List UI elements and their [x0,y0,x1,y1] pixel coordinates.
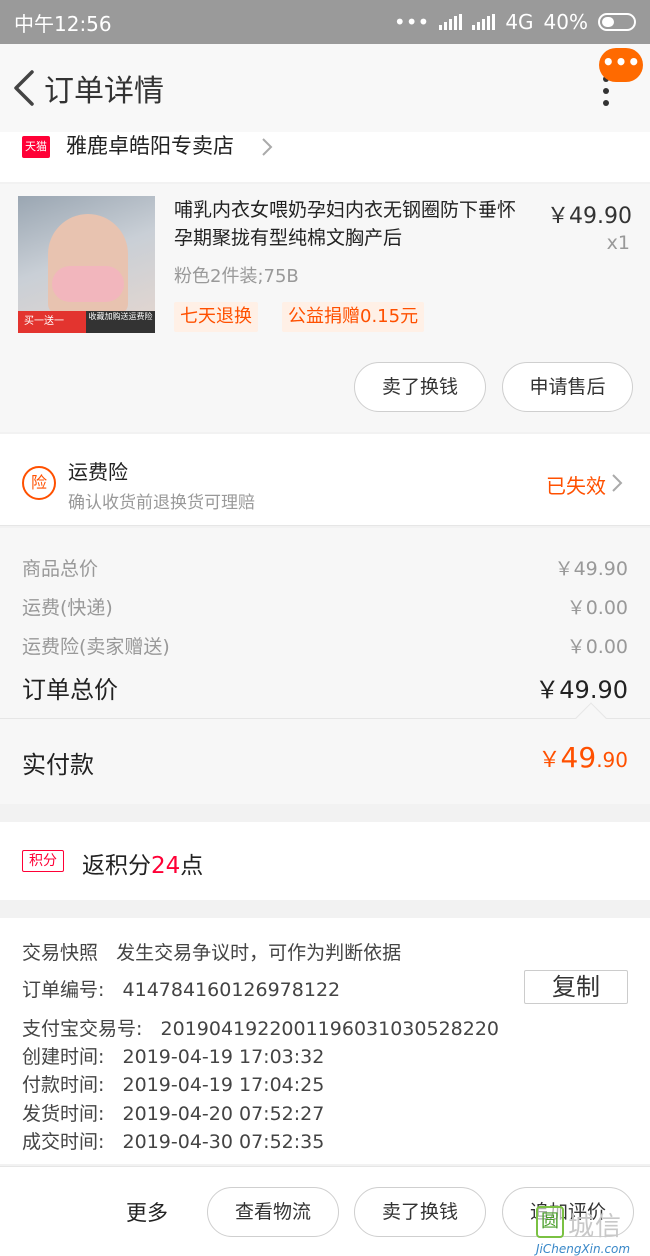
product-price: ￥49.90 [547,204,632,229]
goods-total-value: ￥49.90 [554,558,628,580]
float-menu-button[interactable]: ••• [599,48,643,82]
alipay-row: 支付宝交易号: 2019041922001196031030528220 [22,1018,500,1040]
shipped-row: 发货时间: 2019-04-20 07:52:27 [22,1103,325,1125]
shipping-insurance-row[interactable]: 险 运费险 确认收货前退换货可理赔 已失效 [0,434,650,526]
status-icons: ••• 4G 40% [394,10,636,34]
product-image[interactable]: 买一送一 收藏加购送运费险 [18,196,155,333]
resell-button[interactable]: 卖了换钱 [354,362,486,412]
insurance-subtitle: 确认收货前退换货可理赔 [68,493,255,513]
battery-percent: 40% [543,10,588,34]
watermark: 圆 城信 JiChengXin.com [536,1206,650,1256]
header: 订单详情 [0,44,650,132]
shop-row[interactable]: 天猫 雅鹿卓皓阳专卖店 [0,132,650,182]
points-text: 返积分24点 [82,853,204,879]
status-bar: 中午12:56 ••• 4G 40% [0,0,650,44]
completed-row: 成交时间: 2019-04-30 07:52:35 [22,1131,325,1153]
shop-name[interactable]: 雅鹿卓皓阳专卖店 [66,132,234,160]
chevron-right-icon [262,138,273,156]
more-link[interactable]: 更多 [126,1197,168,1227]
paid-row: 实付款 ￥49.90 [0,702,650,804]
snapshot-desc: 发生交易争议时，可作为判断依据 [116,942,402,964]
view-logistics-button[interactable]: 查看物流 [207,1187,339,1237]
product-card[interactable]: 买一送一 收藏加购送运费险 哺乳内衣女喂奶孕妇内衣无钢圈防下垂怀孕期聚拢有型纯棉… [0,184,650,432]
order-total-value: ￥49.90 [535,676,628,704]
paid-time-row: 付款时间: 2019-04-19 17:04:25 [22,1074,325,1096]
goods-total-label: 商品总价 [22,558,99,580]
snapshot-row[interactable]: 交易快照 发生交易争议时，可作为判断依据 [22,938,401,965]
watermark-text: 城信 [568,1212,623,1242]
order-total-label: 订单总价 [22,676,118,704]
battery-icon [598,13,636,31]
resell-button-bottom[interactable]: 卖了换钱 [354,1187,486,1237]
network-type: 4G [505,10,534,34]
insurance-icon: 险 [22,466,56,500]
shipping-label: 运费(快递) [22,597,113,619]
signal-icon-2 [472,14,496,30]
order-total-row: 订单总价 ￥49.90 [0,664,650,704]
watermark-logo-icon: 圆 [536,1206,564,1238]
tmall-icon: 天猫 [22,136,50,158]
status-time: 中午12:56 [14,11,112,36]
created-row: 创建时间: 2019-04-19 17:03:32 [22,1046,325,1068]
chevron-right-icon [612,474,623,492]
after-sale-button[interactable]: 申请售后 [502,362,633,412]
insurance-fee-value: ￥0.00 [566,636,628,658]
order-number: 414784160126978122 [122,979,341,1001]
goods-total-row: 商品总价 ￥49.90 [0,548,650,586]
shipping-row: 运费(快递) ￥0.00 [0,587,650,625]
promo-note: 收藏加购送运费险 [86,311,155,333]
points-row: 积分 返积分24点 [0,822,650,900]
product-sku: 粉色2件装;75B [174,266,299,287]
signal-icon [439,14,463,30]
points-badge: 积分 [22,850,64,872]
product-quantity: x1 [606,232,630,254]
alipay-number: 2019041922001196031030528220 [160,1018,500,1040]
back-arrow-icon[interactable] [10,68,38,108]
shipping-value: ￥0.00 [566,597,628,619]
order-number-row: 订单编号: 414784160126978122 [22,979,341,1001]
insurance-fee-label: 运费险(卖家赠送) [22,636,170,658]
order-info: 交易快照 发生交易争议时，可作为判断依据 订单编号: 4147841601269… [0,918,650,1164]
price-summary: 商品总价 ￥49.90 运费(快递) ￥0.00 运费险(卖家赠送) ￥0.00… [0,528,650,718]
snapshot-label[interactable]: 交易快照 [22,942,98,964]
return-policy-tag: 七天退换 [174,302,258,332]
promo-tag: 买一送一 [18,311,86,333]
insurance-fee-row: 运费险(卖家赠送) ￥0.00 [0,626,650,664]
watermark-url: JiChengXin.com [536,1242,631,1256]
more-status-icon: ••• [393,10,430,34]
insurance-title: 运费险 [68,460,128,484]
paid-amount: ￥49.90 [538,741,628,774]
charity-tag: 公益捐赠0.15元 [282,302,425,332]
copy-button[interactable]: 复制 [524,970,628,1004]
product-title[interactable]: 哺乳内衣女喂奶孕妇内衣无钢圈防下垂怀孕期聚拢有型纯棉文胸产后 [174,196,532,252]
insurance-status: 已失效 [546,474,606,498]
paid-label: 实付款 [22,751,94,779]
page-title: 订单详情 [44,74,164,109]
